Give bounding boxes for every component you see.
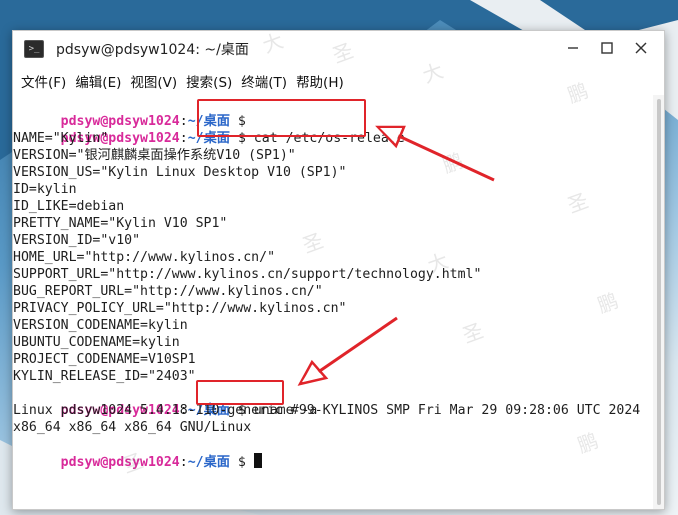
output-line: VERSION_CODENAME=kylin (13, 318, 188, 333)
output-line: VERSION_US="Kylin Linux Desktop V10 (SP1… (13, 165, 347, 180)
annotation-box-cat-command (197, 99, 366, 137)
maximize-button[interactable] (590, 35, 624, 61)
output-line: BUG_REPORT_URL="http://www.kylinos.cn/" (13, 284, 323, 299)
menu-file[interactable]: 文件(F) (21, 69, 66, 93)
minimize-button[interactable] (556, 35, 590, 61)
prompt-path: ~/桌面 (187, 455, 230, 470)
menu-search[interactable]: 搜索(S) (186, 69, 232, 93)
watermark-char: 圣 (299, 228, 327, 258)
output-line: x86_64 x86_64 x86_64 GNU/Linux (13, 420, 252, 435)
menu-terminal[interactable]: 终端(T) (241, 69, 287, 93)
watermark-char: 大 (424, 248, 452, 278)
close-button[interactable] (624, 35, 658, 61)
close-icon (635, 42, 647, 54)
vertical-scrollbar[interactable] (653, 95, 664, 509)
watermark-char: 鹏 (439, 148, 467, 178)
menu-view[interactable]: 视图(V) (130, 69, 177, 93)
minimize-icon (568, 47, 578, 49)
maximize-icon (601, 42, 613, 54)
output-line: PROJECT_CODENAME=V10SP1 (13, 352, 196, 367)
output-line: ID_LIKE=debian (13, 199, 125, 214)
output-line: Linux pdsyw1024 5.4.18-110-generic #99-K… (13, 403, 641, 418)
window-controls (556, 35, 658, 61)
output-line: NAME="Kylin" (13, 131, 109, 146)
output-line: PRETTY_NAME="Kylin V10 SP1" (13, 216, 228, 231)
terminal-output[interactable]: pdsyw@pdsyw1024:~/桌面 $ pdsyw@pdsyw1024:~… (13, 31, 653, 509)
watermark-char: 鹏 (594, 288, 622, 318)
output-line: VERSION_ID="v10" (13, 233, 141, 248)
menu-edit[interactable]: 编辑(E) (75, 69, 121, 93)
window-title: pdsyw@pdsyw1024: ~/桌面 (56, 42, 249, 58)
prompt-colon: : (179, 131, 188, 146)
output-line: ID=kylin (13, 182, 77, 197)
watermark-char: 圣 (564, 188, 592, 218)
output-line: HOME_URL="http://www.kylinos.cn/" (13, 250, 276, 265)
terminal-app-icon: >_ (24, 40, 44, 58)
output-line: SUPPORT_URL="http://www.kylinos.cn/suppo… (13, 267, 482, 282)
prompt-dollar: $ (237, 455, 246, 470)
prompt-colon: : (179, 455, 188, 470)
output-line: VERSION="银河麒麟桌面操作系统V10 (SP1)" (13, 148, 296, 163)
annotation-box-uname-command (196, 380, 284, 405)
output-line: KYLIN_RELEASE_ID="2403" (13, 369, 196, 384)
watermark-char: 圣 (459, 318, 487, 348)
menu-help[interactable]: 帮助(H) (296, 69, 344, 93)
watermark-char: 鹏 (574, 428, 602, 458)
output-line: UBUNTU_CODENAME=kylin (13, 335, 180, 350)
scrollbar-thumb[interactable] (657, 99, 661, 505)
text-cursor (253, 453, 262, 468)
output-line: PRIVACY_POLICY_URL="http://www.kylinos.c… (13, 301, 347, 316)
